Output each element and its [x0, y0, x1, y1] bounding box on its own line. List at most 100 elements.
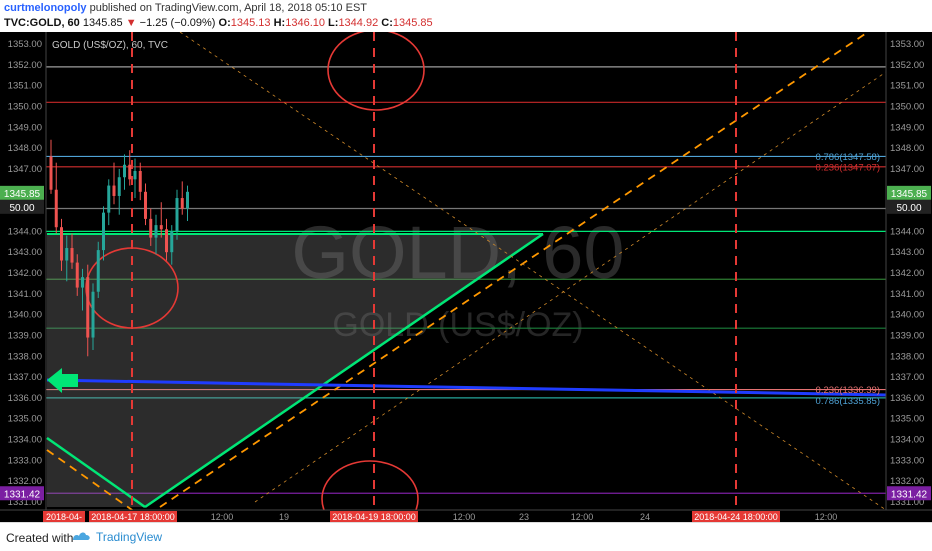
fib-label: 0.236(1347.07) [816, 162, 880, 173]
x-tick-label: 12:00 [815, 512, 838, 522]
y-tick-label: 1341.00 [890, 289, 924, 300]
candle-body [186, 191, 189, 209]
candle-body [128, 164, 132, 180]
low-value: 1344.92 [338, 17, 379, 29]
fib-label: 0.786(1347.58) [816, 152, 880, 163]
price-axis-left[interactable]: 1353.00 1352.00 1351.00 1350.00 1349.00 1348.… [8, 39, 42, 508]
open-label: O: [218, 17, 231, 29]
y-tick-label: 1353.00 [890, 39, 924, 50]
x-tick-label: 2018-04- [46, 512, 82, 522]
candle-body [86, 277, 90, 338]
price-chart[interactable]: GOLD, 60 GOLD (US$/OZ) 0.786(1347.58)0.2… [0, 32, 932, 522]
y-tick-label: 1343.00 [8, 247, 42, 258]
y-tick-label: 1349.00 [8, 122, 42, 133]
y-tick-label: 1351.00 [890, 81, 924, 92]
candle-body [123, 164, 126, 178]
y-tick-label: 1340.00 [8, 310, 42, 321]
x-tick-label: 12:00 [571, 512, 594, 522]
y-tick-label: 1348.00 [8, 143, 42, 154]
x-tick-label: 23 [519, 512, 529, 522]
price-badge-left: 1345.85 [4, 189, 41, 200]
y-tick-label: 1334.00 [890, 435, 924, 446]
tradingview-logo-icon [73, 532, 90, 540]
candle-body [138, 170, 142, 192]
y-tick-label: 1333.00 [8, 455, 42, 466]
y-tick-label: 1344.00 [8, 226, 42, 237]
y-tick-label: 1343.00 [890, 247, 924, 258]
candle-body [49, 156, 53, 190]
candle-body [65, 248, 69, 261]
y-tick-label: 1339.00 [8, 330, 42, 341]
candle-body [54, 189, 58, 228]
y-tick-label: 1340.00 [890, 310, 924, 321]
candle-body [112, 185, 116, 196]
scale-badge-right: 50.00 [896, 203, 921, 214]
candle-body [117, 177, 121, 196]
author-link[interactable]: curtmelonopoly [4, 2, 87, 14]
y-tick-label: 1336.00 [8, 393, 42, 404]
symbol-label[interactable]: TVC:GOLD, 60 [4, 17, 80, 29]
y-tick-label: 1348.00 [890, 143, 924, 154]
x-tick-label: 19 [279, 512, 289, 522]
y-tick-label: 1347.00 [890, 164, 924, 175]
candle-body [75, 262, 79, 288]
y-tick-label: 1352.00 [8, 60, 42, 71]
y-tick-label: 1347.00 [8, 164, 42, 175]
price-axis-right[interactable]: 1353.00 1352.00 1351.00 1350.00 1349.00 1348.… [890, 39, 924, 508]
y-tick-label: 1350.00 [8, 101, 42, 112]
x-tick-label: 12:00 [211, 512, 234, 522]
candle-body [144, 191, 147, 219]
chart-legend: GOLD (US$/OZ), 60, TVC [52, 40, 168, 51]
y-tick-label: 1341.00 [8, 289, 42, 300]
fib-label: 0.236(1336.39) [816, 385, 880, 396]
y-tick-label: 1351.00 [8, 81, 42, 92]
candle-body [165, 229, 168, 253]
y-tick-label: 1342.00 [8, 268, 42, 279]
y-tick-label: 1336.00 [890, 393, 924, 404]
y-tick-label: 1342.00 [890, 268, 924, 279]
y-tick-label: 1350.00 [890, 101, 924, 112]
candle-body [149, 218, 153, 238]
candle-body [159, 225, 163, 230]
y-tick-label: 1337.00 [890, 372, 924, 383]
high-value: 1346.10 [285, 17, 325, 29]
y-tick-label: 1352.00 [890, 60, 924, 71]
candle-body [96, 250, 100, 292]
tradingview-brand[interactable]: TradingView [96, 530, 162, 544]
created-with-text: Created with [6, 531, 74, 545]
footer: Created with TradingView [0, 522, 932, 551]
y-tick-label: 1335.00 [8, 414, 42, 425]
y-tick-label: 1338.00 [8, 351, 42, 362]
y-tick-label: 1332.00 [890, 476, 924, 487]
price-change: −1.25 (−0.09%) [139, 17, 216, 29]
published-text: published on TradingView.com, April 18, … [89, 2, 368, 14]
candle-body [102, 212, 105, 251]
y-tick-label: 1353.00 [8, 39, 42, 50]
high-label: H: [273, 17, 286, 29]
y-tick-label: 1334.00 [8, 435, 42, 446]
close-label: C: [381, 17, 393, 29]
chart-header: curtmelonopoly published on TradingView.… [0, 0, 932, 32]
x-tick-label: 2018-04-19 18:00:00 [332, 512, 416, 522]
x-tick-label: 12:00 [453, 512, 476, 522]
publish-line: curtmelonopoly published on TradingView.… [4, 2, 367, 14]
open-value: 1345.13 [230, 17, 271, 29]
candle-body [70, 248, 74, 263]
candle-body [133, 170, 137, 180]
low-label: L: [328, 17, 339, 29]
candle-body [180, 198, 184, 209]
down-arrow-icon: ▼ [125, 17, 137, 29]
candle-body [81, 277, 84, 288]
level-badge-right: 1331.42 [891, 489, 928, 500]
x-tick-label: 2018-04-24 18:00:00 [694, 512, 778, 522]
fib-label: 0.786(1335.85) [816, 396, 880, 407]
candle-body [91, 291, 95, 338]
ohlc-line: TVC:GOLD, 60 1345.85 ▼ −1.25 (−0.09%) O:… [4, 17, 433, 29]
candle-body [60, 227, 63, 261]
x-tick-label: 2018-04-17 18:00:00 [91, 512, 175, 522]
scale-badge-left: 50.00 [9, 203, 34, 214]
candle-body [175, 198, 179, 232]
y-tick-label: 1332.00 [8, 476, 42, 487]
y-tick-label: 1335.00 [890, 414, 924, 425]
y-tick-label: 1344.00 [890, 226, 924, 237]
